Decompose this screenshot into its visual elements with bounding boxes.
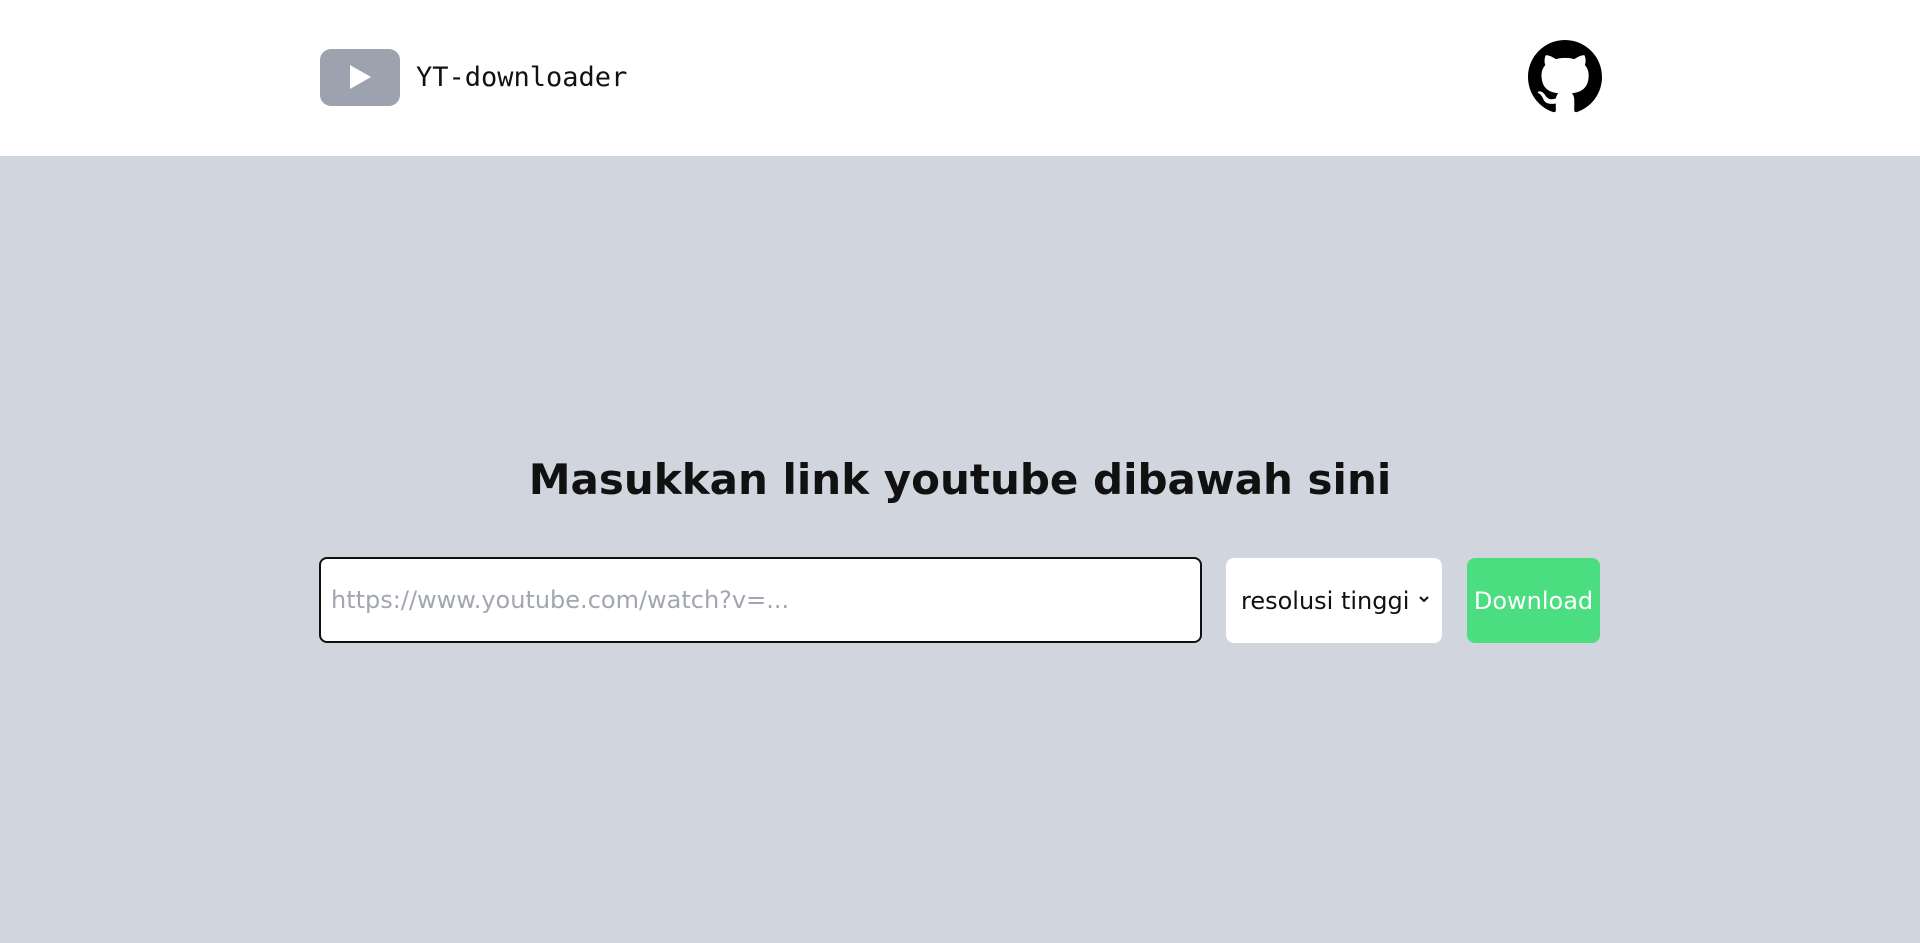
chevron-down-icon	[1419, 596, 1429, 603]
resolution-selected-value: resolusi tinggi	[1241, 586, 1410, 615]
download-button[interactable]: Download	[1467, 558, 1600, 643]
brand[interactable]: YT-downloader	[320, 48, 627, 106]
resolution-select[interactable]: resolusi tinggi	[1226, 558, 1442, 643]
youtube-play-icon	[320, 48, 400, 106]
github-icon[interactable]	[1528, 40, 1602, 114]
brand-name: YT-downloader	[416, 61, 628, 93]
header: YT-downloader	[0, 0, 1920, 156]
page-title: Masukkan link youtube dibawah sini	[528, 455, 1392, 504]
youtube-url-input[interactable]	[319, 557, 1202, 643]
